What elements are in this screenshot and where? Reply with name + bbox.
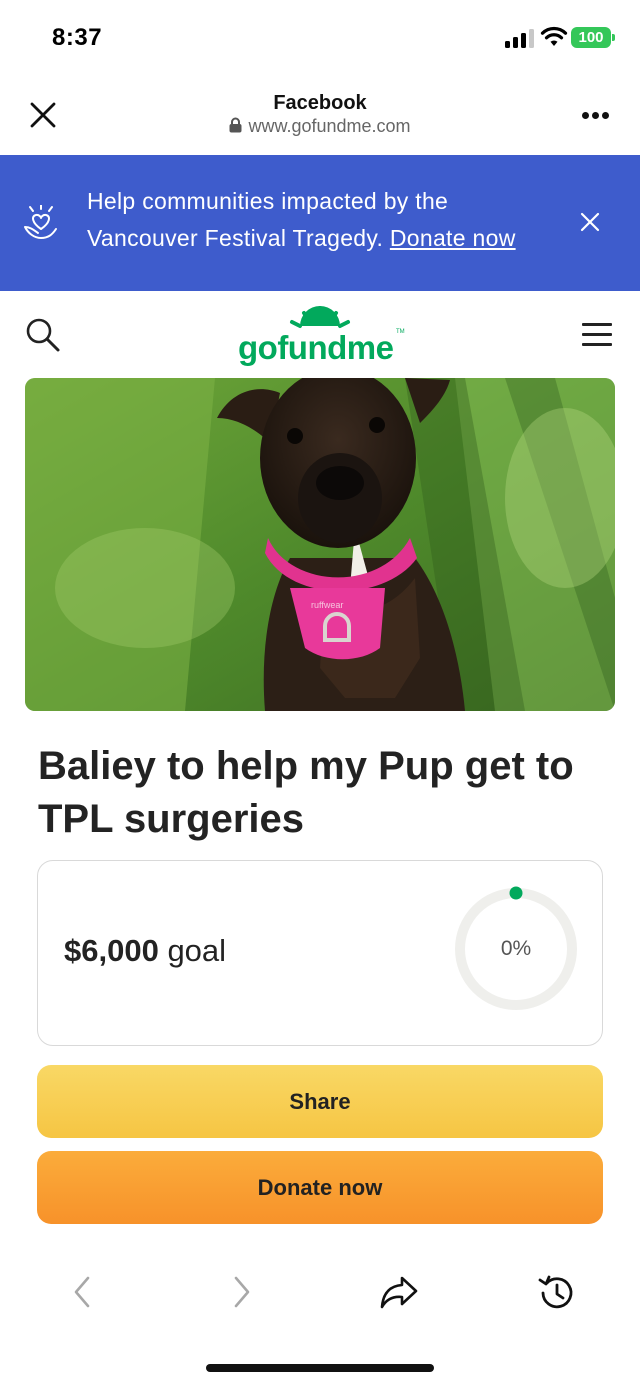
browser-url-text: www.gofundme.com (248, 116, 411, 136)
progress-percent: 0% (500, 937, 532, 960)
share-button[interactable]: Share (37, 1065, 603, 1138)
home-indicator (206, 1364, 434, 1372)
browser-url[interactable]: www.gofundme.com (0, 116, 640, 137)
history-icon[interactable] (536, 1274, 576, 1312)
goal-card: $6,000 goal 0% (37, 860, 603, 1046)
banner-donate-link[interactable]: Donate now (390, 225, 516, 251)
donate-now-button[interactable]: Donate now (37, 1151, 603, 1224)
dog-photo (25, 378, 615, 711)
forward-arrow-icon[interactable] (230, 1274, 254, 1310)
more-options-icon[interactable] (580, 112, 612, 120)
heart-hands-icon (24, 205, 57, 240)
logo-wordmark: gofundme (238, 329, 394, 366)
banner-close-icon[interactable] (579, 211, 601, 233)
logo-trademark: TM (396, 329, 405, 335)
gofundme-logo[interactable]: gofundme TM (238, 305, 408, 366)
campaign-photo: ruffwear (25, 378, 615, 711)
announcement-banner: Help communities impacted by the Vancouv… (0, 155, 640, 291)
share-arrow-icon[interactable] (378, 1274, 420, 1310)
lock-icon (229, 117, 242, 133)
site-header: gofundme TM (0, 291, 640, 377)
banner-message: Help communities impacted by the Vancouv… (87, 183, 557, 257)
battery-indicator: 100 (571, 27, 611, 48)
hamburger-menu-icon[interactable] (582, 323, 612, 346)
battery-cap (612, 34, 615, 41)
status-time: 8:37 (52, 24, 103, 51)
status-bar: 8:37 100 (0, 0, 640, 72)
harness-brand-label: ruffwear (311, 600, 344, 610)
goal-text: $6,000 goal (64, 933, 226, 969)
goal-amount: $6,000 (64, 933, 159, 968)
goal-suffix: goal (158, 933, 227, 968)
cellular-signal-icon (505, 28, 535, 48)
campaign-title: Baliey to help my Pup get to TPL surgeri… (38, 744, 574, 841)
browser-title: Facebook (273, 92, 367, 114)
browser-toolbar (0, 1250, 640, 1340)
back-arrow-icon[interactable] (70, 1274, 94, 1310)
search-icon[interactable] (25, 317, 61, 353)
wifi-icon (540, 26, 568, 46)
in-app-browser-header: Facebook www.gofundme.com (0, 72, 640, 155)
